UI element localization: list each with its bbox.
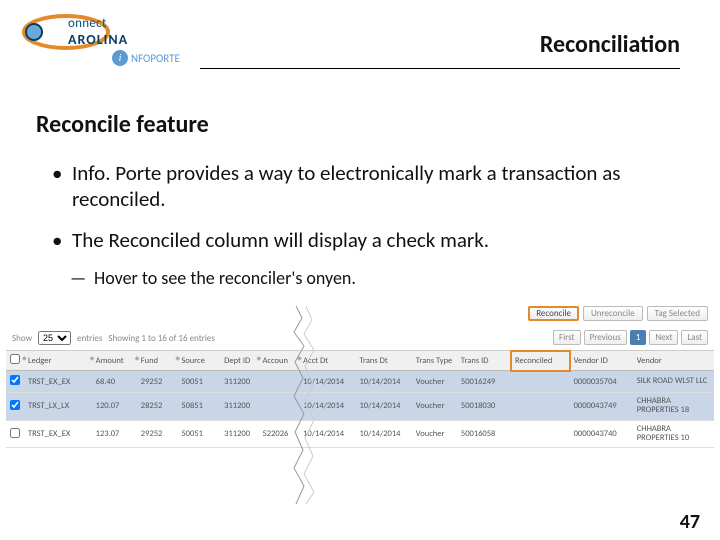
cell-vendorid: 0000043749 [570, 393, 633, 421]
cell-fund: 29252 [137, 371, 178, 393]
cell-acctdt: 10/14/2014 [299, 420, 355, 448]
cell-transtype: Voucher [412, 371, 457, 393]
cell-acctdt: 10/14/2014 [299, 371, 355, 393]
col-transtype[interactable]: Trans Type [412, 351, 457, 371]
pager-last[interactable]: Last [681, 330, 708, 345]
entries-label: entries [77, 333, 102, 344]
cell-account [259, 393, 300, 421]
cell-source: 50851 [177, 393, 220, 421]
show-label: Show [12, 333, 32, 344]
pager-next[interactable]: Next [649, 330, 678, 345]
cell-amount: 68.40 [92, 371, 137, 393]
cell-vendor: SILK ROAD WLST LLC [633, 371, 714, 393]
logo-sub: i NFOPORTE [112, 50, 180, 66]
bullet-2-sub: Hover to see the reconciler's onyen. [52, 267, 680, 290]
logo-connect: onnect [68, 16, 107, 31]
col-source[interactable]: Source [177, 351, 220, 371]
col-vendorid[interactable]: Vendor ID [570, 351, 633, 371]
transactions-table: Ledger Amount Fund Source Dept ID Accoun… [6, 350, 714, 448]
title-rule [200, 68, 680, 69]
tag-selected-button[interactable]: Tag Selected [647, 306, 708, 321]
logo-infoporte: NFOPORTE [131, 52, 180, 65]
cell-ledger: TRST_LX_LX [24, 393, 92, 421]
cell-dept: 311200 [220, 393, 258, 421]
logo-carolina: AROLINA [68, 31, 128, 48]
cell-transdt: 10/14/2014 [355, 420, 411, 448]
cell-reconciled [511, 371, 570, 393]
cell-transtype: Voucher [412, 420, 457, 448]
unreconcile-button[interactable]: Unreconcile [583, 306, 643, 321]
col-transid[interactable]: Trans ID [457, 351, 511, 371]
cell-transid: 50016058 [457, 420, 511, 448]
table-row[interactable]: TRST_EX_EX68.402925250051311200 10/14/201… [6, 371, 714, 393]
col-acctdt[interactable]: Acct Dt [299, 351, 355, 371]
cell-account: 522026 [259, 420, 300, 448]
row-checkbox[interactable] [10, 400, 20, 410]
pager-first[interactable]: First [553, 330, 581, 345]
bullet-list: Info. Porte provides a way to electronic… [52, 160, 680, 289]
logo-block: onnect AROLINA i NFOPORTE [22, 10, 182, 60]
cell-vendor: CHHABRA PROPERTIES 18 [633, 393, 714, 421]
pager-current[interactable]: 1 [630, 330, 647, 345]
cell-dept: 311200 [220, 371, 258, 393]
col-account[interactable]: Accoun [259, 351, 300, 371]
screenshot-panel: Reconcile Unreconcile Tag Selected Show … [6, 306, 714, 506]
reconcile-button[interactable]: Reconcile [528, 306, 579, 321]
cell-reconciled [511, 393, 570, 421]
cell-fund: 29252 [137, 420, 178, 448]
bullet-1: Info. Porte provides a way to electronic… [52, 160, 680, 213]
section-subhead: Reconcile feature [36, 110, 209, 139]
col-dept[interactable]: Dept ID [220, 351, 258, 371]
table-row[interactable]: TRST_EX_EX123.07292525005131120052202610… [6, 420, 714, 448]
cell-amount: 120.07 [92, 393, 137, 421]
page-title: Reconciliation [540, 30, 680, 59]
cell-source: 50051 [177, 371, 220, 393]
cell-transid: 50018030 [457, 393, 511, 421]
cell-ledger: TRST_EX_EX [24, 371, 92, 393]
bullet-2: The Reconciled column will display a che… [52, 227, 680, 253]
cell-vendorid: 0000035704 [570, 371, 633, 393]
cell-acctdt: 10/14/2014 [299, 393, 355, 421]
row-checkbox[interactable] [10, 375, 20, 385]
col-amount[interactable]: Amount [92, 351, 137, 371]
cell-fund: 28252 [137, 393, 178, 421]
page-size-select[interactable]: 25 [38, 331, 71, 345]
slide-number: 47 [680, 510, 700, 534]
cell-amount: 123.07 [92, 420, 137, 448]
col-transdt[interactable]: Trans Dt [355, 351, 411, 371]
col-vendor[interactable]: Vendor [633, 351, 714, 371]
table-row[interactable]: TRST_LX_LX120.072825250851311200 10/14/20… [6, 393, 714, 421]
row-checkbox[interactable] [10, 428, 20, 438]
cell-transtype: Voucher [412, 393, 457, 421]
cell-reconciled [511, 420, 570, 448]
select-all-checkbox[interactable] [10, 354, 20, 364]
cell-transdt: 10/14/2014 [355, 393, 411, 421]
cell-source: 50051 [177, 420, 220, 448]
pager-prev[interactable]: Previous [584, 330, 627, 345]
cell-vendorid: 0000043740 [570, 420, 633, 448]
cell-dept: 311200 [220, 420, 258, 448]
cell-account [259, 371, 300, 393]
showing-text: Showing 1 to 16 of 16 entries [108, 333, 215, 344]
cell-vendor: CHHABRA PROPERTIES 10 [633, 420, 714, 448]
col-fund[interactable]: Fund [137, 351, 178, 371]
cell-transdt: 10/14/2014 [355, 371, 411, 393]
cell-transid: 50016249 [457, 371, 511, 393]
cell-ledger: TRST_EX_EX [24, 420, 92, 448]
col-reconciled[interactable]: Reconciled [511, 351, 570, 371]
info-icon: i [112, 50, 128, 66]
logo-text: onnect AROLINA [68, 16, 128, 48]
col-ledger[interactable]: Ledger [24, 351, 92, 371]
